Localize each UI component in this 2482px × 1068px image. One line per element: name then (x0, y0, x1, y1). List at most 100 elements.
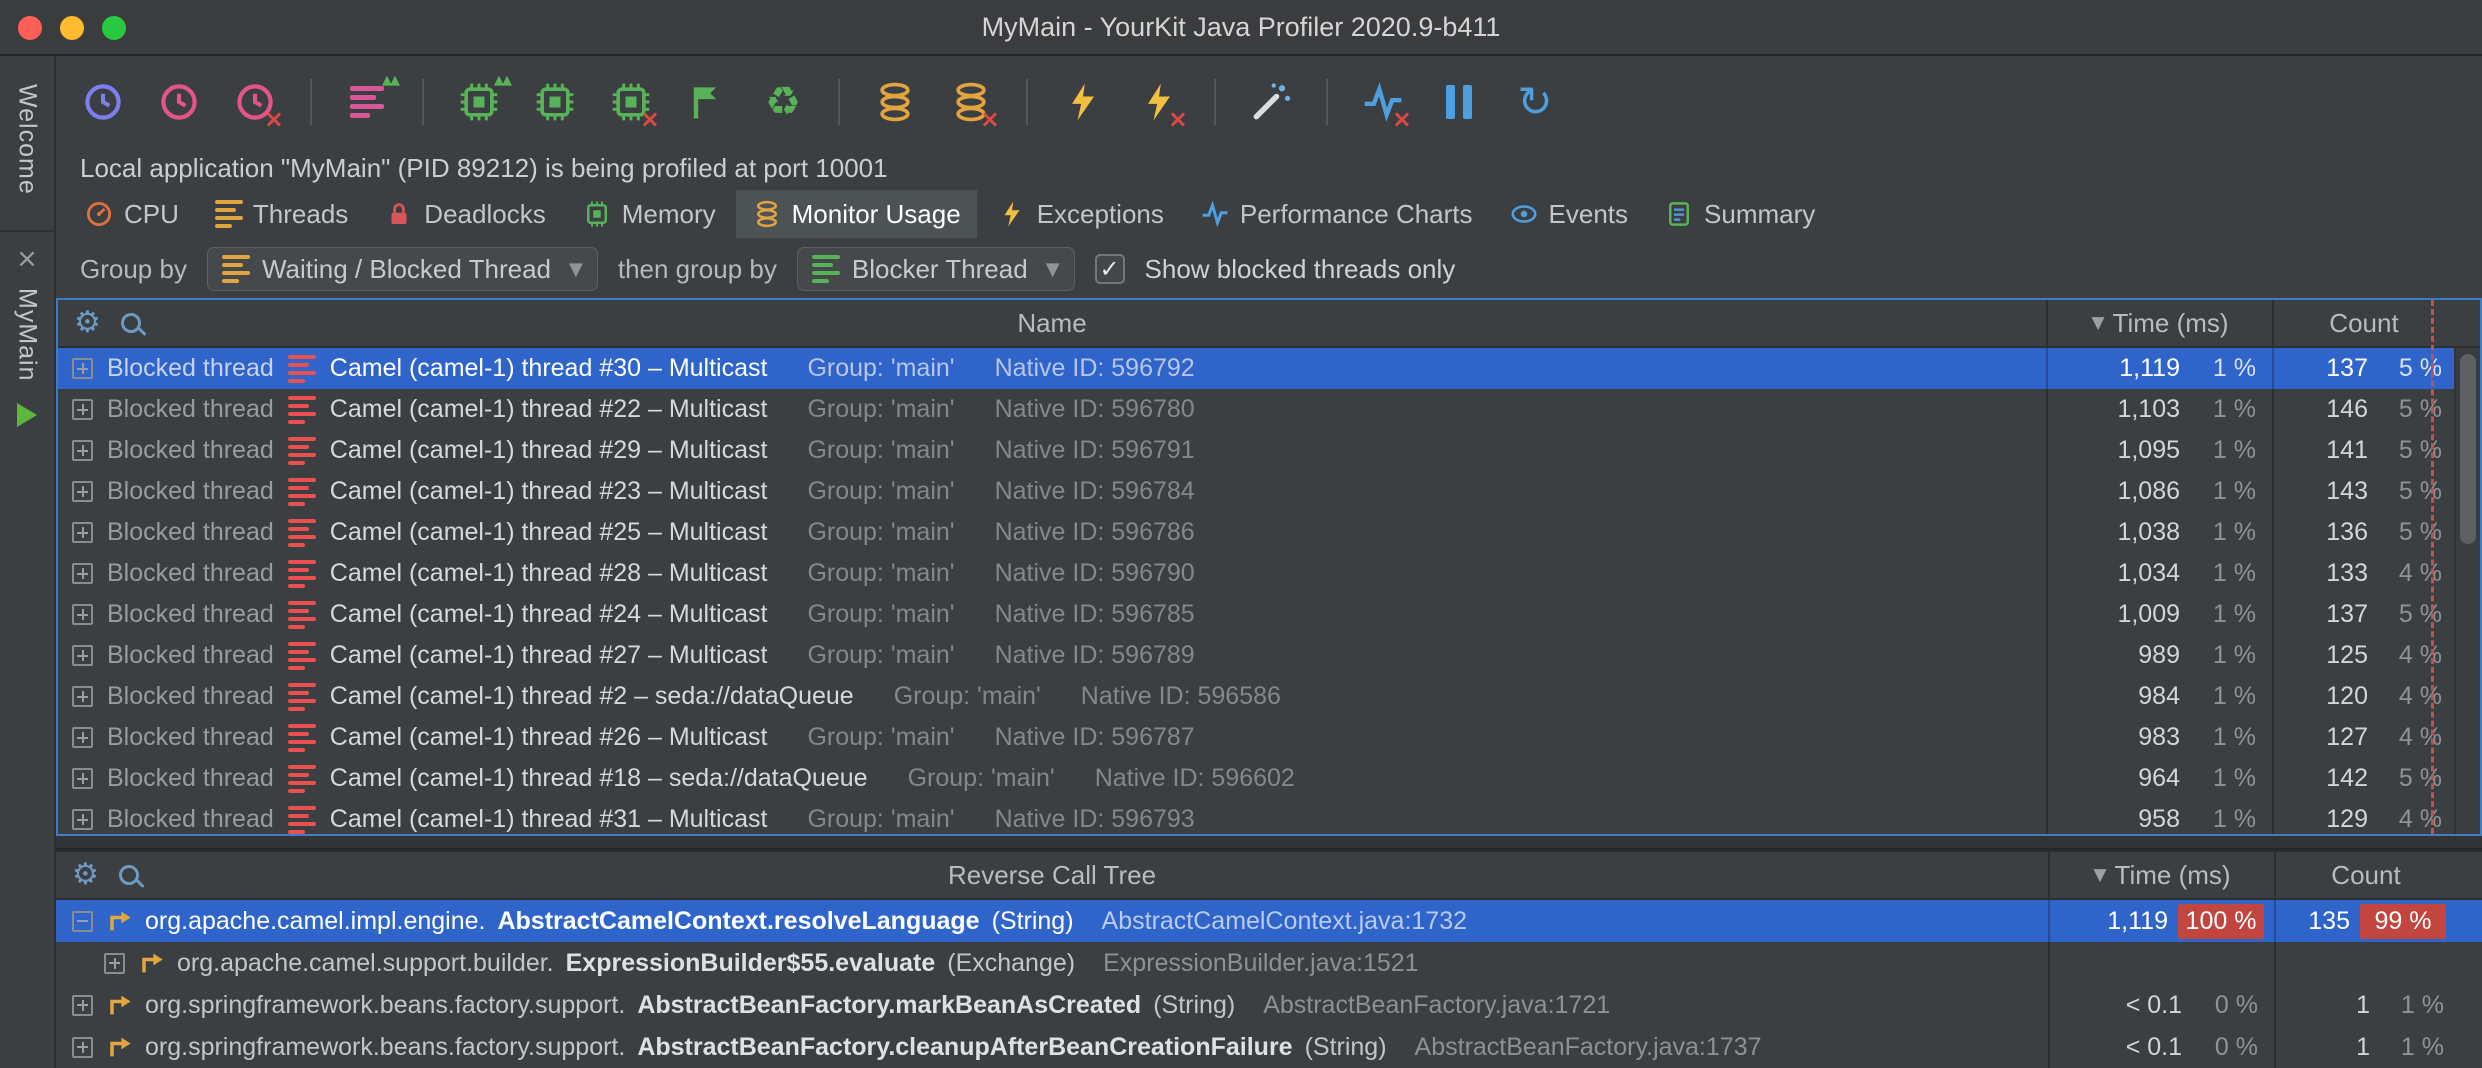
exception-profiling-start-icon[interactable] (1058, 77, 1108, 127)
expand-icon[interactable] (72, 727, 93, 748)
expand-icon[interactable] (72, 563, 93, 584)
expand-icon[interactable] (72, 995, 93, 1016)
cpu-sampling-icon[interactable] (78, 77, 128, 127)
force-gc-icon[interactable]: ♻ (758, 77, 808, 127)
count-percent: 5 % (2368, 764, 2454, 793)
summary-doc-icon (1664, 199, 1694, 229)
zoom-window-button[interactable] (102, 16, 126, 40)
threads-table-header: ⚙ Name ▼ Time (ms) Count (58, 300, 2480, 348)
toolbar-separator (1026, 79, 1028, 125)
thread-row[interactable]: Blocked thread Camel (camel-1) thread #3… (58, 348, 2480, 389)
tab-exceptions[interactable]: Exceptions (981, 190, 1180, 238)
vertical-scrollbar[interactable] (2454, 348, 2480, 834)
monitor-profiling-stop-icon[interactable]: × (946, 77, 996, 127)
column-count-header[interactable]: Count (2274, 852, 2456, 898)
method-icon (105, 907, 133, 935)
time-value: 1,086 (2048, 477, 2180, 506)
scrollbar-thumb[interactable] (2460, 354, 2476, 544)
time-value: 1,103 (2048, 395, 2180, 424)
memory-allocation-recording-icon[interactable]: ▲▲ (454, 77, 504, 127)
tab-summary[interactable]: Summary (1648, 190, 1831, 238)
thread-row[interactable]: Blocked thread Camel (camel-1) thread #2… (58, 676, 2480, 717)
gear-icon[interactable]: ⚙ (74, 308, 101, 338)
thread-row[interactable]: Blocked thread Camel (camel-1) thread #2… (58, 471, 2480, 512)
group-by-dropdown[interactable]: Waiting / Blocked Thread ▼ (207, 247, 598, 291)
expand-icon[interactable] (72, 645, 93, 666)
count-percent: 5 % (2368, 600, 2454, 629)
column-name-header[interactable]: Name (58, 308, 2046, 339)
monitor-profiling-start-icon[interactable] (870, 77, 920, 127)
close-window-button[interactable] (18, 16, 42, 40)
thread-row[interactable]: Blocked thread Camel (camel-1) thread #2… (58, 553, 2480, 594)
tab-memory[interactable]: Memory (566, 190, 732, 238)
thread-row[interactable]: Blocked thread Camel (camel-1) thread #2… (58, 635, 2480, 676)
telemetry-stop-icon[interactable]: × (1358, 77, 1408, 127)
thread-row[interactable]: Blocked thread Camel (camel-1) thread #2… (58, 512, 2480, 553)
set-mark-flag-icon[interactable] (682, 77, 732, 127)
column-time-header[interactable]: ▼ Time (ms) (2048, 852, 2274, 898)
show-blocked-only-label: Show blocked threads only (1145, 254, 1456, 285)
time-value: 1,009 (2048, 600, 2180, 629)
cpu-clear-icon[interactable]: × (230, 77, 280, 127)
thread-row[interactable]: Blocked thread Camel (camel-1) thread #2… (58, 430, 2480, 471)
thread-row[interactable]: Blocked thread Camel (camel-1) thread #3… (58, 799, 2480, 834)
then-group-by-dropdown[interactable]: Blocker Thread ▼ (797, 247, 1075, 291)
expand-icon[interactable] (72, 522, 93, 543)
refresh-icon[interactable]: ↻ (1510, 77, 1560, 127)
show-blocked-only-checkbox[interactable]: ✓ (1095, 254, 1125, 284)
memory-stop-icon[interactable]: × (606, 77, 656, 127)
expand-icon[interactable] (72, 358, 93, 379)
thread-native-id: Native ID: 596790 (995, 559, 1195, 588)
column-count-header[interactable]: Count (2272, 300, 2454, 346)
sidebar-tab-welcome[interactable]: Welcome (13, 56, 42, 230)
minimize-window-button[interactable] (60, 16, 84, 40)
source-reference: AbstractCamelContext.java:1732 (1102, 907, 1467, 936)
thread-group: Group: 'main' (807, 641, 954, 670)
groupbar: Group by Waiting / Blocked Thread ▼ then… (56, 240, 2482, 298)
tab-events[interactable]: Events (1493, 190, 1645, 238)
column-calltree-header[interactable]: Reverse Call Tree (56, 860, 2048, 891)
thread-telemetry-icon[interactable]: ▲▲ (342, 77, 392, 127)
cpu-tracing-icon[interactable] (154, 77, 204, 127)
expand-icon[interactable] (72, 399, 93, 420)
calltree-row[interactable]: org.apache.camel.support.builder.Express… (56, 942, 2482, 984)
calltree-row[interactable]: org.apache.camel.impl.engine.AbstractCam… (56, 900, 2482, 942)
tab-performance-charts[interactable]: Performance Charts (1184, 190, 1489, 238)
expand-icon[interactable] (72, 481, 93, 502)
column-time-header[interactable]: ▼ Time (ms) (2046, 300, 2272, 346)
tab-threads[interactable]: Threads (199, 190, 364, 238)
expand-icon[interactable] (72, 768, 93, 789)
panel-splitter[interactable] (56, 836, 2482, 850)
expand-icon[interactable] (72, 686, 93, 707)
expand-icon[interactable] (104, 953, 125, 974)
expand-icon[interactable] (72, 1037, 93, 1058)
pause-icon[interactable] (1434, 77, 1484, 127)
close-session-icon[interactable]: × (16, 246, 38, 272)
expand-icon[interactable] (72, 809, 93, 830)
memory-snapshot-icon[interactable] (530, 77, 580, 127)
inspections-wand-icon[interactable] (1246, 77, 1296, 127)
time-value: 1,119 (2048, 354, 2180, 383)
count-value: 137 (2274, 600, 2368, 629)
sidebar-tab-mymain[interactable]: × MyMain (0, 230, 54, 428)
calltree-row[interactable]: org.springframework.beans.factory.suppor… (56, 984, 2482, 1026)
expand-icon[interactable] (72, 604, 93, 625)
thread-name: Camel (camel-1) thread #28 – Multicast (330, 559, 768, 588)
tab-deadlocks[interactable]: Deadlocks (368, 190, 561, 238)
expand-icon[interactable] (72, 440, 93, 461)
search-icon[interactable] (119, 865, 139, 885)
thread-row[interactable]: Blocked thread Camel (camel-1) thread #2… (58, 594, 2480, 635)
tab-cpu[interactable]: CPU (68, 190, 195, 238)
calltree-row[interactable]: org.springframework.beans.factory.suppor… (56, 1026, 2482, 1068)
count-value: 146 (2274, 395, 2368, 424)
tab-monitor-usage[interactable]: Monitor Usage (736, 190, 977, 238)
thread-row[interactable]: Blocked thread Camel (camel-1) thread #1… (58, 758, 2480, 799)
expand-icon[interactable] (72, 911, 93, 932)
exception-profiling-stop-icon[interactable]: × (1134, 77, 1184, 127)
thread-row[interactable]: Blocked thread Camel (camel-1) thread #2… (58, 389, 2480, 430)
thread-row[interactable]: Blocked thread Camel (camel-1) thread #2… (58, 717, 2480, 758)
search-icon[interactable] (121, 313, 141, 333)
count-percent: 5 % (2368, 395, 2454, 424)
count-value: 1 (2276, 991, 2370, 1020)
gear-icon[interactable]: ⚙ (72, 860, 99, 890)
